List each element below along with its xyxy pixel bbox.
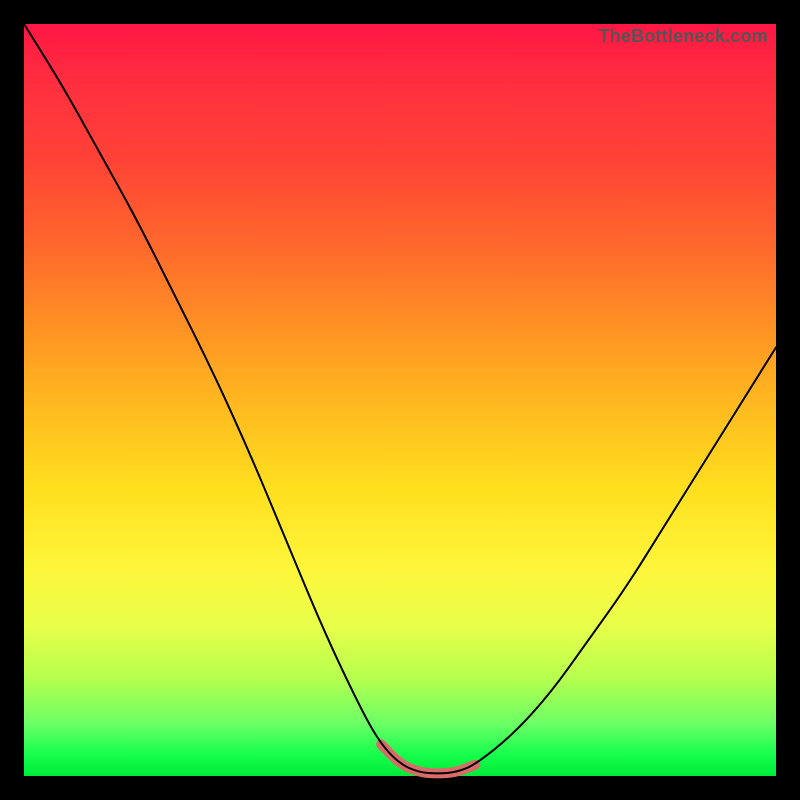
curve-line bbox=[24, 24, 776, 773]
chart-frame: TheBottleneck.com bbox=[0, 0, 800, 800]
plot-area: TheBottleneck.com bbox=[24, 24, 776, 776]
bottleneck-curve bbox=[24, 24, 776, 776]
